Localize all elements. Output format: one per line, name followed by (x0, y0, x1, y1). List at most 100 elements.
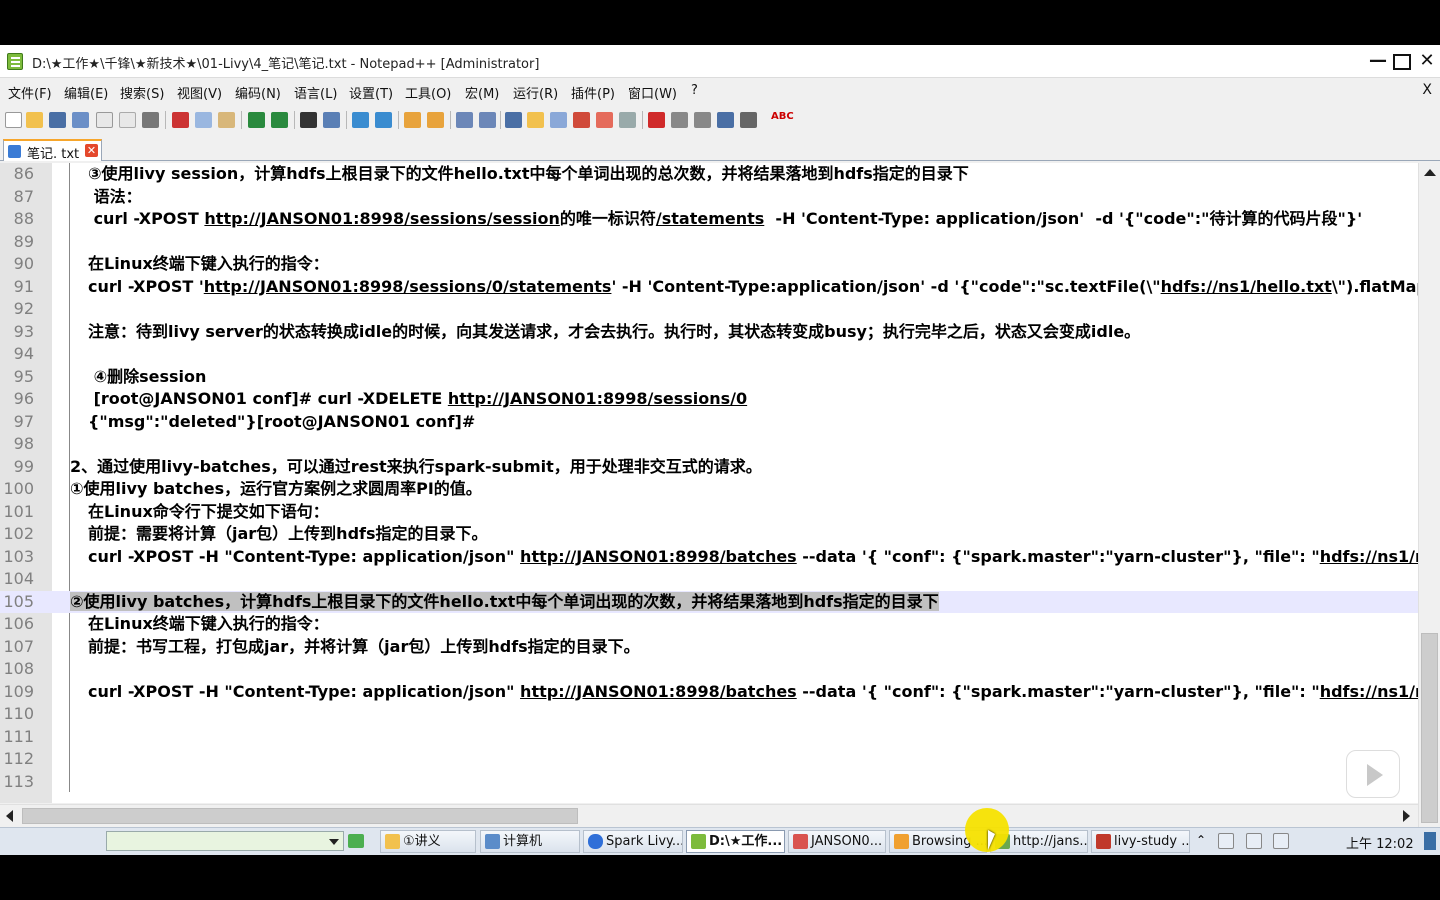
doc-map-icon[interactable] (550, 112, 567, 128)
notepadpp-app-icon[interactable] (7, 53, 23, 70)
editor-line[interactable]: 100 ①使用livy batches，运行官方案例之求圆周率PI的值。 (0, 478, 1418, 501)
editor-line[interactable]: 111 (0, 726, 1418, 749)
go-icon[interactable] (348, 834, 364, 848)
menu-tools[interactable]: 工具(O) (405, 83, 451, 102)
url-link[interactable]: http://JANSON01:8998/sessions/session (204, 209, 559, 228)
url-link[interactable]: http://JANSON01:8998/batches (520, 547, 797, 566)
show-all-chars-icon[interactable] (479, 112, 496, 128)
menu-search[interactable]: 搜索(S) (120, 83, 164, 102)
stop-macro-icon[interactable] (671, 112, 688, 128)
url-link[interactable]: http://JANSON01:8998/sessions/0 (448, 389, 747, 408)
menu-file[interactable]: 文件(F) (8, 83, 52, 102)
url-link[interactable]: http://JANSON01:8998/sessions/0/statemen… (204, 277, 612, 296)
vertical-scroll-thumb[interactable] (1421, 633, 1438, 823)
cut-icon[interactable] (172, 112, 189, 128)
volume-icon[interactable] (1273, 833, 1289, 849)
record-macro-icon[interactable] (648, 112, 665, 128)
scroll-left-arrow-icon[interactable] (6, 810, 13, 822)
menu-window[interactable]: 窗口(W) (628, 83, 677, 102)
taskbar-item-livy-study[interactable]: livy-study ... (1091, 830, 1190, 853)
close-all-icon[interactable] (119, 112, 136, 128)
close-document-x[interactable]: X (1422, 82, 1432, 98)
folder-workspace-icon[interactable] (596, 112, 613, 128)
save-icon[interactable] (49, 112, 66, 128)
word-wrap-icon[interactable] (456, 112, 473, 128)
editor-line[interactable]: 97 {"msg":"deleted"}[root@JANSON01 conf]… (0, 411, 1418, 434)
video-play-icon[interactable] (1346, 750, 1400, 798)
url-link[interactable]: /statements (656, 209, 764, 228)
editor-line[interactable]: 99 2、通过使用livy-batches，可以通过rest来执行spark-s… (0, 456, 1418, 479)
vertical-scrollbar[interactable] (1418, 163, 1440, 850)
menu-language[interactable]: 语言(L) (294, 83, 337, 102)
editor-line[interactable]: 102 前提：需要将计算（jar包）上传到hdfs指定的目录下。 (0, 523, 1418, 546)
editor-line[interactable]: 96 [root@JANSON01 conf]# curl -XDELETE h… (0, 388, 1418, 411)
new-file-icon[interactable] (5, 112, 22, 128)
editor-line[interactable]: 92 (0, 298, 1418, 321)
paste-icon[interactable] (218, 112, 235, 128)
restore-button[interactable] (1393, 54, 1411, 70)
taskbar-item-computer[interactable]: 计算机 (480, 830, 580, 853)
find-icon[interactable] (300, 112, 317, 128)
url-link[interactable]: hdfs://ns1/myjars/my-word-cou (1320, 682, 1418, 701)
menu-run[interactable]: 运行(R) (513, 83, 558, 102)
url-link[interactable]: http://JANSON01:8998/batches (520, 682, 797, 701)
minimize-button[interactable]: — (1368, 50, 1388, 72)
editor-line[interactable]: 108 (0, 658, 1418, 681)
editor-line[interactable]: 90 在Linux终端下键入执行的指令： (0, 253, 1418, 276)
editor-line[interactable]: 107 前提：书写工程，打包成jar，并将计算（jar包）上传到hdfs指定的目… (0, 636, 1418, 659)
editor-line[interactable]: 101 在Linux命令行下提交如下语句： (0, 501, 1418, 524)
print-icon[interactable] (142, 112, 159, 128)
taskbar-item-lecture[interactable]: ①讲义 (380, 830, 476, 853)
close-file-icon[interactable] (96, 112, 113, 128)
text-editor[interactable]: 86 ③使用livy session，计算hdfs上根目录下的文件hello.t… (0, 163, 1418, 803)
menu-help[interactable]: ? (691, 83, 698, 98)
show-desktop-button[interactable] (1424, 832, 1436, 850)
close-button[interactable]: ✕ (1417, 50, 1437, 72)
menu-macro[interactable]: 宏(M) (465, 83, 499, 102)
zoom-in-icon[interactable] (352, 112, 369, 128)
run-macro-multiple-icon[interactable] (717, 112, 734, 128)
editor-line-current[interactable]: 105 ②使用livy batches，计算hdfs上根目录下的文件hello.… (0, 590, 1418, 613)
editor-line[interactable]: 87 语法： (0, 186, 1418, 209)
taskbar-clock[interactable]: 上午 12:02 (1346, 833, 1414, 852)
chevron-down-icon[interactable] (326, 832, 342, 850)
editor-line[interactable]: 91 curl -XPOST 'http://JANSON01:8998/ses… (0, 276, 1418, 299)
editor-line[interactable]: 86 ③使用livy session，计算hdfs上根目录下的文件hello.t… (0, 163, 1418, 186)
editor-line[interactable]: 88 curl -XPOST http://JANSON01:8998/sess… (0, 208, 1418, 231)
editor-line[interactable]: 113 (0, 771, 1418, 794)
editor-line[interactable]: 89 (0, 231, 1418, 254)
taskbar-item-janson[interactable]: JANSON0... (788, 830, 886, 853)
url-link[interactable]: hdfs://ns1/hello.txt (1161, 277, 1332, 296)
editor-line[interactable]: 98 (0, 433, 1418, 456)
copy-icon[interactable] (195, 112, 212, 128)
undo-icon[interactable] (248, 112, 265, 128)
show-hidden-icons-icon[interactable]: ⌃ (1196, 833, 1212, 849)
tab-notes-txt[interactable]: 笔记. txt ✕ (3, 139, 102, 162)
sync-vertical-icon[interactable] (404, 112, 421, 128)
editor-line[interactable]: 93 注意：待到livy server的状态转换成idle的时候，向其发送请求，… (0, 321, 1418, 344)
editor-line[interactable]: 104 (0, 568, 1418, 591)
zoom-out-icon[interactable] (375, 112, 392, 128)
url-link[interactable]: hdfs://ns1/myjars/spark-exampl (1320, 547, 1418, 566)
action-center-icon[interactable] (1218, 833, 1234, 849)
menu-view[interactable]: 视图(V) (177, 83, 222, 102)
editor-line[interactable]: 94 (0, 343, 1418, 366)
editor-line[interactable]: 106 在Linux终端下键入执行的指令： (0, 613, 1418, 636)
replace-icon[interactable] (323, 112, 340, 128)
editor-line[interactable]: 112 (0, 748, 1418, 771)
menu-settings[interactable]: 设置(T) (349, 83, 393, 102)
editor-line[interactable]: 109 curl -XPOST -H "Content-Type: applic… (0, 681, 1418, 704)
function-list-icon[interactable] (573, 112, 590, 128)
indent-guide-icon[interactable] (505, 112, 522, 128)
tab-close-icon[interactable]: ✕ (85, 144, 98, 157)
editor-line[interactable]: 103 curl -XPOST -H "Content-Type: applic… (0, 546, 1418, 569)
sync-horizontal-icon[interactable] (427, 112, 444, 128)
redo-icon[interactable] (271, 112, 288, 128)
open-file-icon[interactable] (26, 112, 43, 128)
scroll-up-arrow-icon[interactable] (1424, 169, 1436, 176)
title-bar[interactable]: D:\★工作★\千锋\★新技术★\01-Livy\4_笔记\笔记.txt - N… (0, 45, 1440, 78)
horizontal-scrollbar[interactable] (0, 804, 1418, 826)
horizontal-scroll-thumb[interactable] (22, 808, 578, 824)
save-macro-icon[interactable] (740, 112, 757, 128)
network-icon[interactable] (1246, 833, 1262, 849)
